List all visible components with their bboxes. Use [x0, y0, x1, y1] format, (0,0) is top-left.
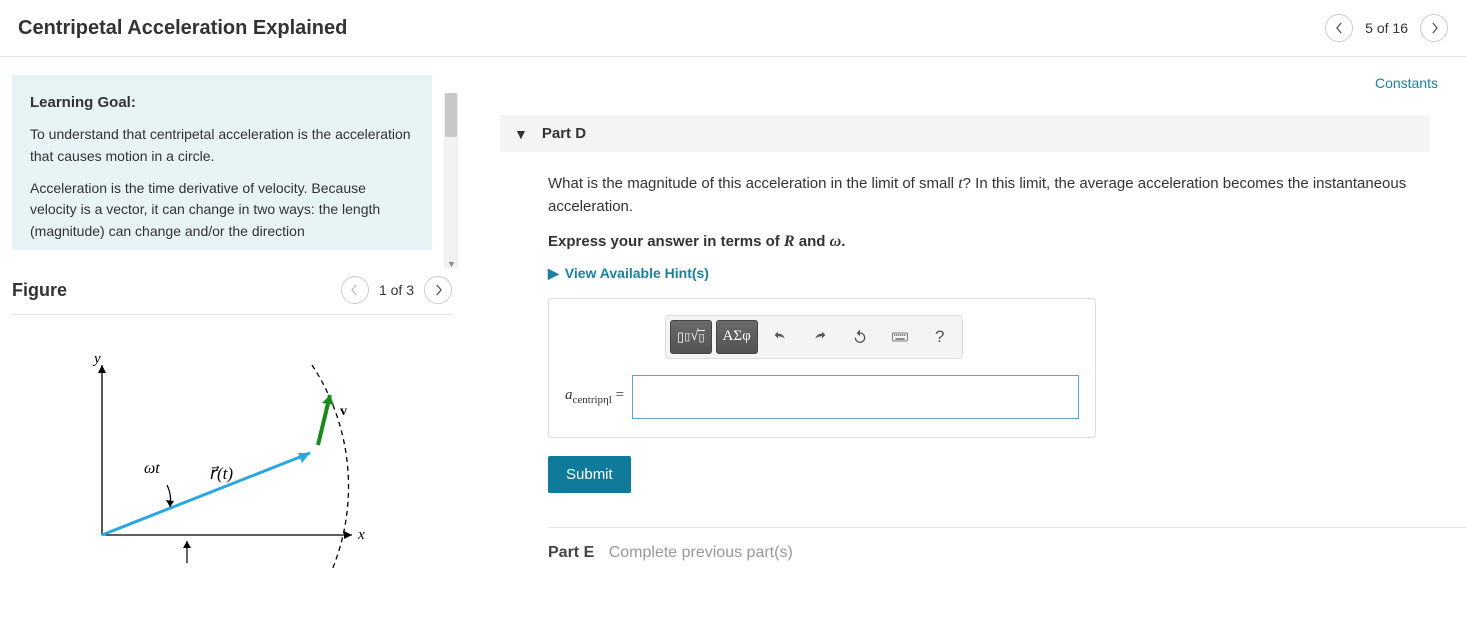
answer-input[interactable]: [632, 375, 1079, 419]
hints-label: View Available Hint(s): [565, 265, 709, 281]
chevron-left-icon: [1335, 22, 1344, 34]
part-e-label: Part E: [548, 544, 594, 561]
help-button[interactable]: ?: [922, 320, 958, 354]
left-panel: Learning Goal: To understand that centri…: [0, 57, 470, 618]
figure-prev-button[interactable]: [341, 276, 369, 304]
part-d-body: What is the magnitude of this accelerati…: [500, 152, 1430, 562]
undo-icon: [772, 329, 788, 345]
figure-counter: 1 of 3: [379, 282, 414, 298]
page-title: Centripetal Acceleration Explained: [18, 17, 347, 40]
part-e-row: Part E Complete previous part(s): [548, 527, 1466, 562]
chevron-left-icon: [350, 284, 359, 296]
answer-row: acentripηl =: [565, 375, 1079, 419]
right-panel: Constants ▼ Part D What is the magnitude…: [470, 57, 1466, 618]
figure-image: y x v ωt r⃗(t): [12, 345, 458, 578]
part-e-text: Complete previous part(s): [609, 544, 793, 561]
caret-down-icon: ▼: [514, 126, 528, 142]
top-bar: Centripetal Acceleration Explained 5 of …: [0, 0, 1466, 57]
equation-toolbar: ▯▯√▯ ΑΣφ ?: [665, 315, 963, 359]
redo-icon: [812, 329, 828, 345]
learning-goal-heading: Learning Goal:: [30, 91, 414, 114]
constants-link[interactable]: Constants: [1375, 75, 1438, 91]
undo-button[interactable]: [762, 320, 798, 354]
chevron-right-icon: [1430, 22, 1439, 34]
page-nav: 5 of 16: [1325, 14, 1448, 42]
figure-header: Figure 1 of 3: [12, 276, 452, 315]
answer-box: ▯▯√▯ ΑΣφ ?: [548, 298, 1096, 438]
view-hints-link[interactable]: ▶ View Available Hint(s): [548, 265, 1430, 282]
question-text: What is the magnitude of this accelerati…: [548, 172, 1430, 219]
figure-next-button[interactable]: [424, 276, 452, 304]
chevron-right-icon: [434, 284, 443, 296]
submit-button[interactable]: Submit: [548, 456, 631, 493]
reset-icon: [852, 329, 868, 345]
express-instruction: Express your answer in terms of R and ω.: [548, 233, 1430, 251]
greek-button[interactable]: ΑΣφ: [716, 320, 758, 354]
label-rt: r⃗(t): [210, 464, 233, 483]
figure-title: Figure: [12, 280, 67, 301]
scroll-thumb[interactable]: [445, 93, 457, 137]
main-content: Learning Goal: To understand that centri…: [0, 57, 1466, 618]
answer-variable: acentripηl =: [565, 387, 624, 406]
next-page-button[interactable]: [1420, 14, 1448, 42]
constants-row: Constants: [500, 75, 1454, 91]
label-wt: ωt: [144, 460, 160, 477]
label-y: y: [92, 351, 101, 367]
learning-goal-box: Learning Goal: To understand that centri…: [12, 75, 432, 250]
redo-button[interactable]: [802, 320, 838, 354]
keyboard-icon: [892, 329, 908, 345]
caret-right-icon: ▶: [548, 265, 559, 282]
prev-page-button[interactable]: [1325, 14, 1353, 42]
label-v: v: [340, 404, 347, 419]
templates-button[interactable]: ▯▯√▯: [670, 320, 712, 354]
label-x: x: [357, 527, 365, 543]
part-d-label: Part D: [542, 125, 586, 142]
learning-goal-p1: To understand that centripetal accelerat…: [30, 124, 414, 167]
reset-button[interactable]: [842, 320, 878, 354]
scroll-down-icon: ▼: [447, 259, 456, 269]
learning-goal-scrollbar[interactable]: ▲ ▼: [444, 93, 458, 268]
figure-nav: 1 of 3: [341, 276, 452, 304]
keyboard-button[interactable]: [882, 320, 918, 354]
page-counter: 5 of 16: [1365, 20, 1408, 36]
part-d-header[interactable]: ▼ Part D: [500, 115, 1430, 152]
learning-goal-p2: Acceleration is the time derivative of v…: [30, 178, 414, 243]
